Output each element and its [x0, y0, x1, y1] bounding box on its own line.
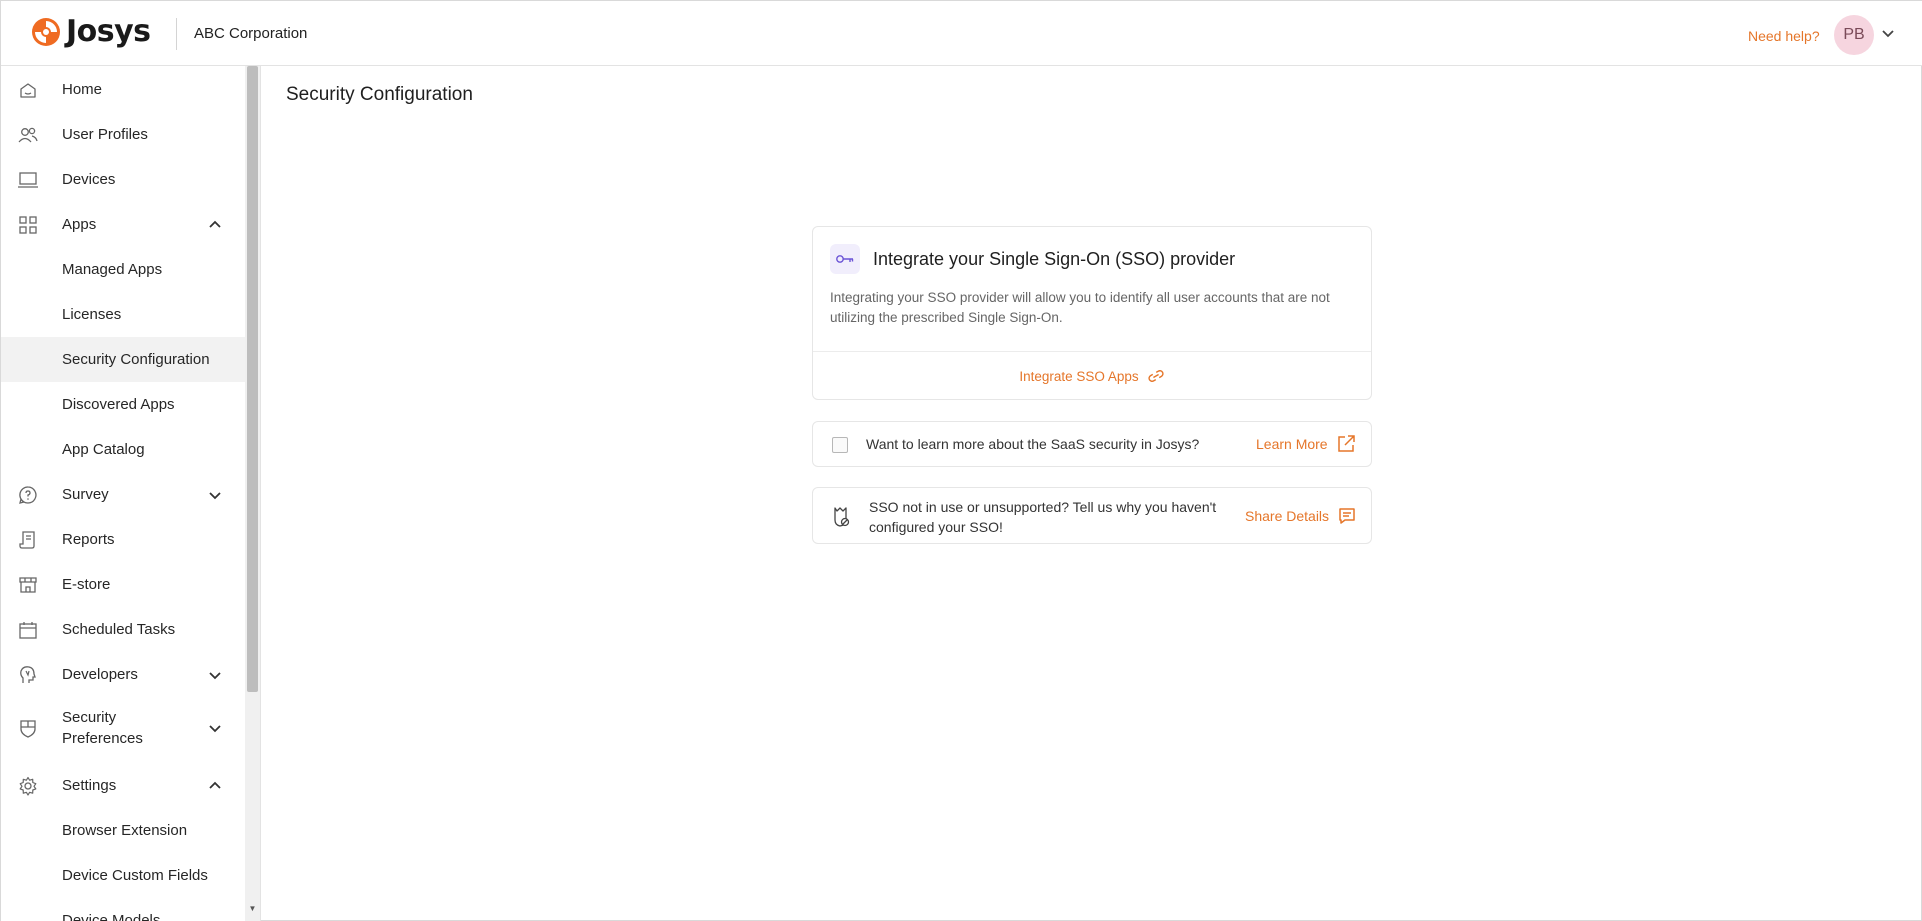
share-details-label: Share Details — [1245, 508, 1330, 524]
chevron-down-icon[interactable] — [207, 720, 223, 736]
chevron-up-icon[interactable] — [207, 778, 223, 794]
sidebar-item-label: Security Configuration — [62, 351, 210, 368]
calendar-icon — [18, 620, 38, 640]
learn-more-text: Want to learn more about the SaaS securi… — [866, 436, 1200, 452]
page-title: Security Configuration — [286, 84, 473, 105]
sidebar-item-device-custom-fields[interactable]: Device Custom Fields — [1, 853, 245, 898]
header-divider — [176, 18, 177, 50]
sidebar-item-developers[interactable]: Developers — [1, 652, 245, 697]
sidebar-item-label: E-store — [62, 576, 111, 593]
user-avatar[interactable]: PB — [1834, 15, 1874, 55]
sidebar-item-managed-apps[interactable]: Managed Apps — [1, 247, 245, 292]
sidebar-item-label: Device Custom Fields — [62, 867, 208, 884]
report-icon — [18, 530, 38, 550]
sidebar-item-apps[interactable]: Apps — [1, 202, 245, 247]
share-details-link[interactable]: Share Details — [1245, 507, 1356, 525]
sso-card-description: Integrating your SSO provider will allow… — [830, 290, 1330, 325]
sidebar-item-security-preferences[interactable]: Security Preferences — [1, 698, 245, 758]
sidebar-item-label: Reports — [62, 531, 115, 548]
chevron-down-icon[interactable] — [207, 667, 223, 683]
sidebar: Home User Profiles Devices Apps Managed … — [1, 66, 245, 921]
external-link-icon — [1337, 435, 1355, 452]
sidebar-item-settings[interactable]: Settings — [1, 763, 245, 808]
sidebar-item-security-configuration[interactable]: Security Configuration — [1, 337, 245, 382]
sidebar-item-label: Device Models — [62, 912, 161, 921]
sidebar-item-label: Home — [62, 81, 103, 98]
sidebar-item-label: Security Preferences — [62, 709, 143, 747]
key-icon — [830, 244, 860, 274]
sidebar-item-label: Managed Apps — [62, 261, 163, 278]
sidebar-item-e-store[interactable]: E-store — [1, 562, 245, 607]
badge-icon — [834, 507, 850, 527]
shield-icon — [18, 718, 38, 738]
sidebar-item-label: Developers — [62, 666, 138, 683]
learn-more-label: Learn More — [1256, 436, 1328, 452]
sidebar-item-label: User Profiles — [62, 126, 148, 143]
info-image — [832, 437, 848, 453]
question-circle-icon — [18, 485, 38, 505]
sidebar-item-browser-extension[interactable]: Browser Extension — [1, 808, 245, 853]
need-help-link[interactable]: Need help? — [1748, 28, 1820, 44]
sidebar-item-user-profiles[interactable]: User Profiles — [1, 112, 245, 157]
sidebar-item-device-models[interactable]: Device Models — [1, 898, 245, 921]
chevron-down-icon[interactable] — [207, 487, 223, 503]
app-window: Josys ABC Corporation Need help? PB Home… — [0, 0, 1922, 921]
sidebar-item-app-catalog[interactable]: App Catalog — [1, 427, 245, 472]
josys-logo-icon — [32, 18, 60, 46]
sidebar-item-label: Settings — [62, 777, 117, 794]
sidebar-item-devices[interactable]: Devices — [1, 157, 245, 202]
sidebar-item-label: Apps — [62, 216, 97, 233]
laptop-icon — [18, 170, 38, 190]
chevron-up-icon[interactable] — [207, 217, 223, 233]
share-details-text: SSO not in use or unsupported? Tell us w… — [869, 499, 1217, 535]
learn-more-card: Want to learn more about the SaaS securi… — [812, 421, 1372, 467]
brand-logo[interactable]: Josys — [31, 15, 151, 49]
sso-integration-card: Integrate your Single Sign-On (SSO) prov… — [812, 226, 1372, 400]
chevron-down-icon[interactable] — [1880, 25, 1896, 41]
company-name: ABC Corporation — [194, 25, 308, 42]
sidebar-item-discovered-apps[interactable]: Discovered Apps — [1, 382, 245, 427]
sidebar-scrollbar-thumb[interactable] — [247, 66, 258, 692]
comment-icon — [1339, 508, 1355, 524]
gear-icon — [18, 776, 38, 796]
sidebar-item-label: Scheduled Tasks — [62, 621, 176, 638]
share-details-card: SSO not in use or unsupported? Tell us w… — [812, 487, 1372, 544]
top-header: Josys ABC Corporation Need help? PB — [1, 1, 1922, 66]
sidebar-item-label: Browser Extension — [62, 822, 188, 839]
sidebar-item-label: Discovered Apps — [62, 396, 175, 413]
sidebar-item-home[interactable]: Home — [1, 67, 245, 112]
sidebar-item-label: Licenses — [62, 306, 122, 323]
store-icon — [18, 575, 38, 595]
sidebar-item-scheduled-tasks[interactable]: Scheduled Tasks — [1, 607, 245, 652]
integrate-sso-apps-label: Integrate SSO Apps — [1019, 368, 1139, 384]
integrate-sso-apps-button[interactable]: Integrate SSO Apps — [813, 352, 1371, 400]
learn-more-link[interactable]: Learn More — [1256, 435, 1355, 453]
sidebar-item-label: Survey — [62, 486, 109, 503]
grid-icon — [18, 215, 38, 235]
home-icon — [18, 80, 38, 100]
sidebar-item-survey[interactable]: Survey — [1, 472, 245, 517]
sidebar-item-reports[interactable]: Reports — [1, 517, 245, 562]
scroll-down-arrow-icon[interactable]: ▼ — [247, 904, 258, 916]
sso-card-title: Integrate your Single Sign-On (SSO) prov… — [873, 249, 1236, 269]
developer-icon — [18, 665, 38, 685]
sidebar-item-licenses[interactable]: Licenses — [1, 292, 245, 337]
sidebar-item-label: App Catalog — [62, 441, 145, 458]
users-icon — [18, 125, 38, 145]
sidebar-item-label: Devices — [62, 171, 116, 188]
link-icon — [1148, 370, 1164, 382]
brand-name: Josys — [66, 14, 151, 49]
